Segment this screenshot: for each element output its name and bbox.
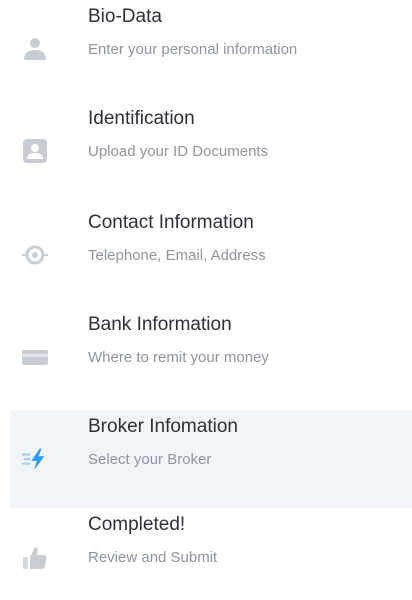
- step-title: Broker Infomation: [88, 416, 238, 437]
- step-subtitle: Review and Submit: [88, 549, 218, 566]
- location-icon: [22, 242, 48, 268]
- step-completed[interactable]: Completed! Review and Submit: [10, 508, 412, 600]
- step-title: Completed!: [88, 514, 186, 535]
- step-bank-information[interactable]: Bank Information Where to remit your mon…: [10, 308, 412, 406]
- onboarding-steps-list: Bio-Data Enter your personal information…: [0, 0, 412, 600]
- step-title: Bio-Data: [88, 6, 162, 27]
- lightning-icon: [22, 446, 48, 472]
- id-card-icon: [22, 138, 48, 164]
- step-subtitle: Select your Broker: [88, 451, 212, 468]
- step-bio-data[interactable]: Bio-Data Enter your personal information: [10, 0, 412, 98]
- person-icon: [22, 36, 48, 62]
- step-title: Identification: [88, 108, 195, 129]
- step-broker-information[interactable]: Broker Infomation Select your Broker: [10, 410, 412, 508]
- step-subtitle: Telephone, Email, Address: [88, 247, 266, 264]
- step-subtitle: Upload your ID Documents: [88, 143, 269, 160]
- step-subtitle: Enter your personal information: [88, 41, 298, 58]
- step-identification[interactable]: Identification Upload your ID Documents: [10, 102, 412, 200]
- step-subtitle: Where to remit your money: [88, 349, 269, 366]
- step-title: Bank Information: [88, 314, 232, 335]
- step-contact-information[interactable]: Contact Information Telephone, Email, Ad…: [10, 206, 412, 304]
- thumbs-up-icon: [22, 544, 48, 570]
- step-title: Contact Information: [88, 212, 254, 233]
- credit-card-icon: [22, 344, 48, 370]
